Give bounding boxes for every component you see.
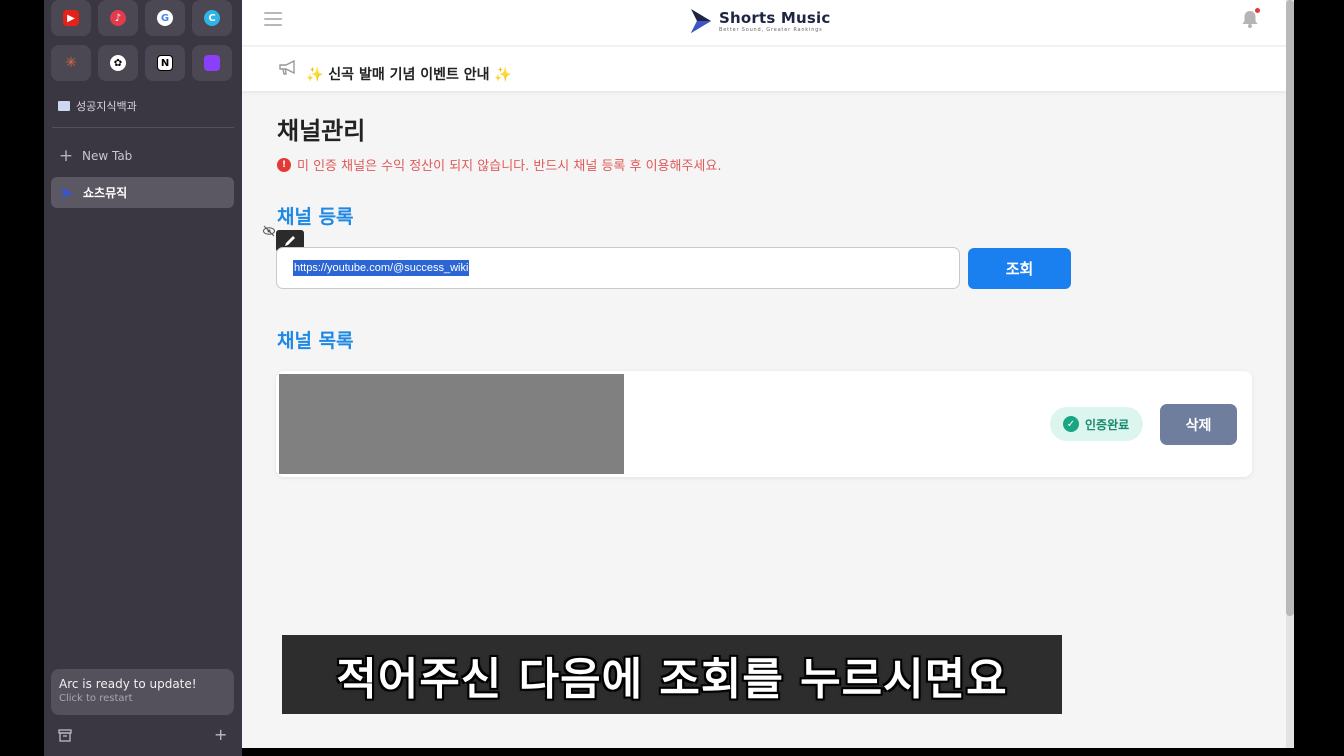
register-section-title: 채널 등록 [277, 206, 354, 228]
notion-icon: N [157, 55, 173, 71]
favorite-purple-app[interactable] [192, 45, 232, 81]
update-subtitle: Click to restart [59, 693, 133, 704]
claude-icon: ✳ [65, 55, 77, 71]
top-navigation-bar: Shorts Music Better Sound, Greater Ranki… [242, 0, 1286, 46]
brand-logo[interactable]: Shorts Music Better Sound, Greater Ranki… [689, 8, 830, 34]
archive-icon[interactable] [58, 728, 72, 742]
favorite-chatgpt[interactable]: ✿ [98, 45, 138, 81]
plus-icon: + [58, 146, 74, 166]
purple-app-icon [204, 55, 220, 71]
brand-tagline: Better Sound, Greater Rankings [719, 26, 823, 33]
warning-message: ! 미 인증 채널은 수익 정산이 되지 않습니다. 반드시 채널 등록 후 이… [277, 155, 721, 174]
favorite-youtube[interactable]: ▶ [51, 0, 91, 36]
favorite-claude[interactable]: ✳ [51, 45, 91, 81]
channel-card: ✓ 인증완료 삭제 [276, 371, 1252, 477]
sidebar-folder[interactable]: 성공지식백과 [58, 96, 137, 116]
eye-off-icon[interactable] [262, 224, 276, 238]
music-app-icon: ♪ [110, 10, 126, 26]
delete-button[interactable]: 삭제 [1160, 404, 1237, 445]
verified-badge: ✓ 인증완료 [1050, 407, 1143, 441]
video-caption: 적어주신 다음에 조회를 누르시면요 [282, 635, 1062, 714]
page-title: 채널관리 [277, 117, 366, 145]
alert-icon: ! [277, 157, 291, 172]
notice-text: ✨ 신곡 발매 기념 이벤트 안내 ✨ [306, 67, 512, 83]
shorts-music-logo-icon [61, 186, 73, 199]
new-tab-button[interactable]: + New Tab [52, 143, 234, 169]
channel-url-input[interactable]: https://youtube.com/@success_wiki [276, 247, 960, 289]
canva-icon: C [204, 10, 220, 26]
menu-icon[interactable] [264, 12, 282, 26]
google-icon: G [157, 10, 173, 26]
shorts-music-logo-icon [691, 9, 711, 33]
check-icon: ✓ [1063, 416, 1079, 432]
favorite-google[interactable]: G [145, 0, 185, 36]
favorite-music-app[interactable]: ♪ [98, 0, 138, 36]
channel-url-value: https://youtube.com/@success_wiki [293, 260, 470, 276]
caption-text: 적어주신 다음에 조회를 누르시면요 [336, 653, 1008, 705]
favorite-notion[interactable]: N [145, 45, 185, 81]
scrollbar-thumb[interactable] [1286, 0, 1294, 616]
chatgpt-icon: ✿ [110, 55, 126, 71]
youtube-icon: ▶ [63, 10, 79, 26]
notice-bar[interactable]: ✨ 신곡 발매 기념 이벤트 안내 ✨ [242, 47, 1286, 91]
book-icon [58, 101, 70, 111]
megaphone-icon [279, 59, 295, 75]
list-section-title: 채널 목록 [277, 330, 354, 352]
new-tab-label: New Tab [82, 149, 133, 163]
add-icon[interactable]: + [214, 725, 227, 744]
update-title: Arc is ready to update! [59, 677, 197, 691]
verified-label: 인증완료 [1085, 417, 1130, 432]
search-button[interactable]: 조회 [968, 248, 1071, 289]
brand-name: Shorts Music [719, 8, 831, 27]
sidebar-folder-label: 성공지식백과 [76, 100, 137, 113]
sidebar-tab-label: 쇼츠뮤직 [83, 186, 128, 200]
warning-text: 미 인증 채널은 수익 정산이 되지 않습니다. 반드시 채널 등록 후 이용해… [297, 159, 722, 174]
favorite-canva[interactable]: C [192, 0, 232, 36]
sidebar-divider [52, 127, 234, 128]
update-card[interactable]: Arc is ready to update! Click to restart [51, 669, 234, 715]
notification-dot [1255, 8, 1260, 13]
channel-thumbnail [279, 374, 624, 474]
sidebar-tab-shorts-music[interactable]: 쇼츠뮤직 [51, 177, 234, 208]
